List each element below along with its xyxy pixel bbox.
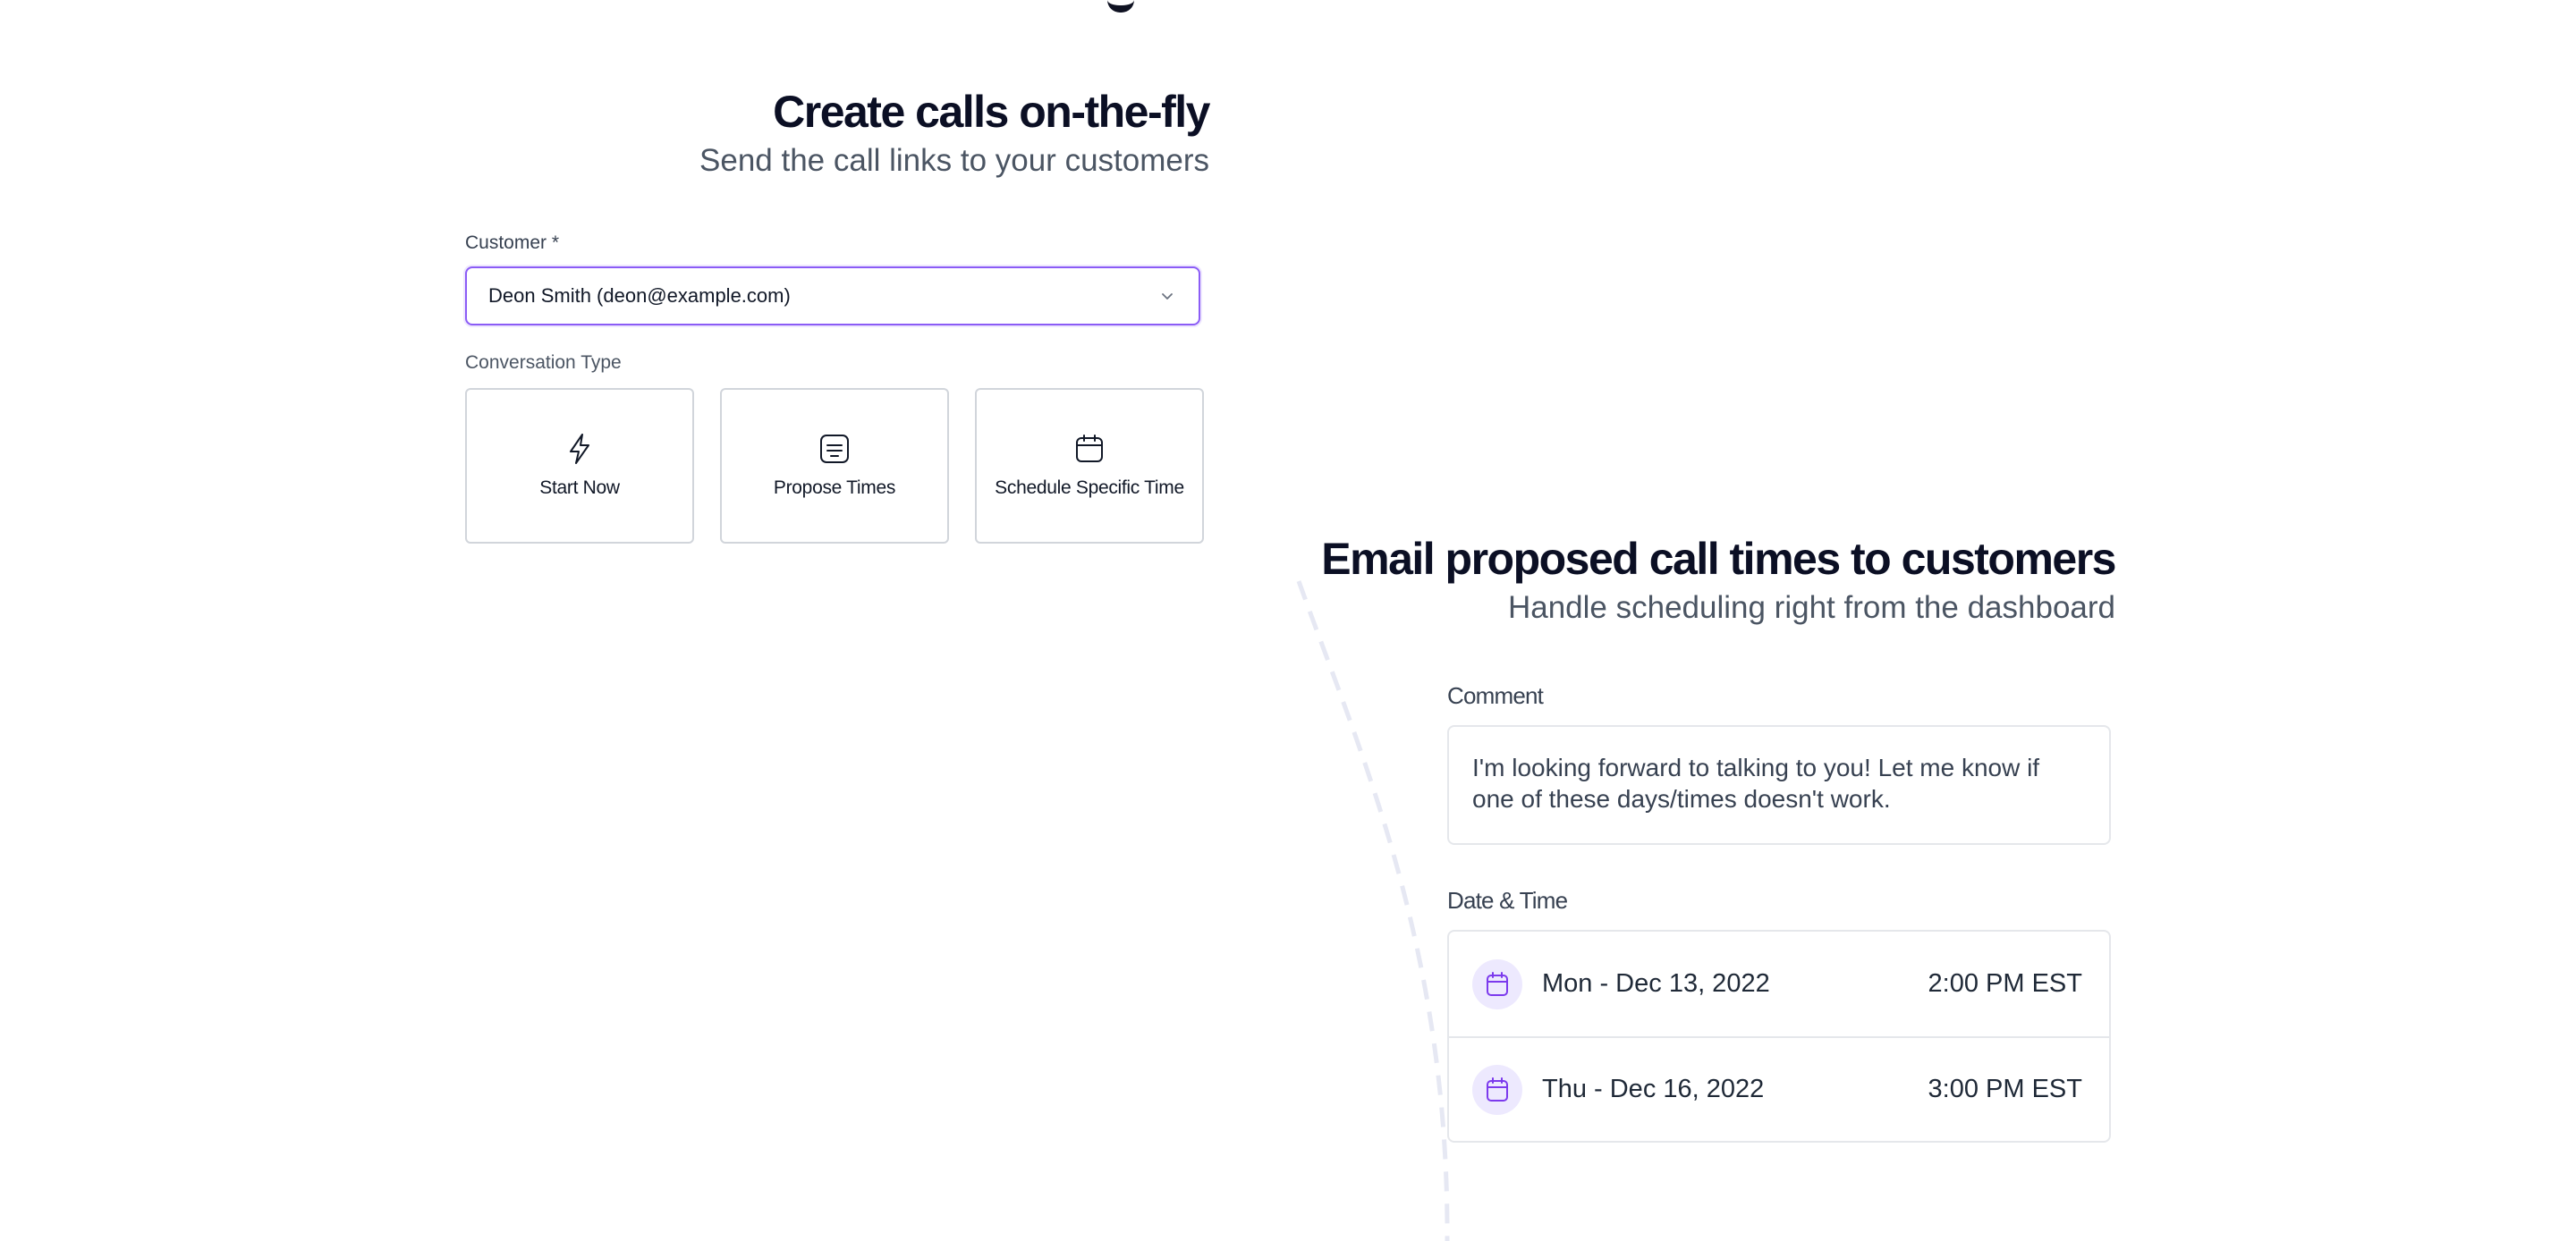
conversation-type-label-start-now: Start Now xyxy=(539,477,620,498)
section-title-email-proposed: Email proposed call times to customers xyxy=(1321,534,2116,584)
document-icon xyxy=(818,433,851,465)
calendar-icon xyxy=(1472,958,1522,1009)
date-time-option-time: 3:00 PM EST xyxy=(1928,1075,2082,1103)
date-time-option-date: Mon - Dec 13, 2022 xyxy=(1542,969,1770,998)
calendar-icon xyxy=(1472,1064,1522,1115)
section-subtitle-create-calls: Send the call links to your customers xyxy=(699,143,1209,178)
conversation-type-label-propose-times: Propose Times xyxy=(773,477,896,498)
section-title-create-calls: Create calls on-the-fly xyxy=(773,87,1210,137)
cropped-heading-fragment xyxy=(1107,0,1134,13)
conversation-type-propose-times[interactable]: Propose Times xyxy=(720,388,949,544)
conversation-type-label-schedule-specific-time: Schedule Specific Time xyxy=(995,477,1184,498)
customer-label: Customer * xyxy=(465,232,560,253)
page: Create calls on-the-fly Send the call li… xyxy=(0,0,2576,1241)
date-time-option-time: 2:00 PM EST xyxy=(1928,969,2082,998)
customer-select[interactable]: Deon Smith (deon@example.com) xyxy=(465,266,1200,325)
calendar-icon xyxy=(1073,433,1106,465)
section-subtitle-email-proposed: Handle scheduling right from the dashboa… xyxy=(1507,590,2115,625)
date-time-list: Mon - Dec 13, 2022 2:00 PM EST Thu - Dec… xyxy=(1447,930,2111,1143)
customer-select-value: Deon Smith (deon@example.com) xyxy=(488,284,791,307)
comment-textarea[interactable]: I'm looking forward to talking to you! L… xyxy=(1447,725,2111,845)
date-time-option[interactable]: Mon - Dec 13, 2022 2:00 PM EST xyxy=(1449,932,2109,1036)
chevron-down-icon xyxy=(1157,286,1177,306)
lightning-icon xyxy=(564,433,596,465)
comment-label: Comment xyxy=(1447,682,1544,709)
date-time-option-date: Thu - Dec 16, 2022 xyxy=(1542,1075,1765,1103)
dashed-connector-line xyxy=(1296,580,1450,1241)
conversation-type-schedule-specific-time[interactable]: Schedule Specific Time xyxy=(975,388,1204,544)
date-time-label: Date & Time xyxy=(1447,887,1568,914)
conversation-type-start-now[interactable]: Start Now xyxy=(465,388,694,544)
date-time-option[interactable]: Thu - Dec 16, 2022 3:00 PM EST xyxy=(1449,1036,2109,1141)
conversation-type-label: Conversation Type xyxy=(465,352,622,373)
